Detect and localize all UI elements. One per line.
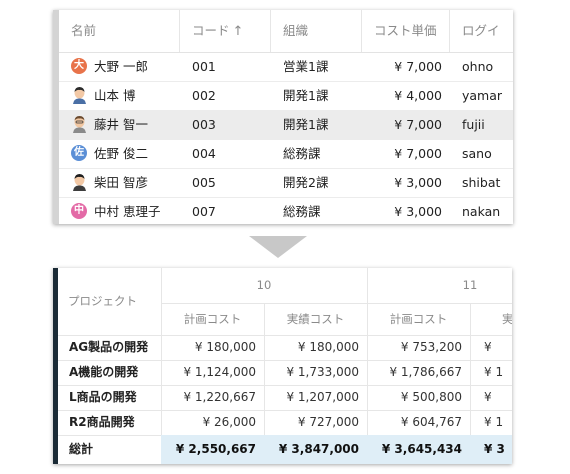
column-header-org[interactable]: 組織 — [271, 10, 362, 52]
avatar: 大 — [71, 58, 87, 74]
project-name[interactable]: R2商品開発 — [58, 410, 161, 435]
column-header-project[interactable]: プロジェクト — [58, 268, 161, 335]
table-row[interactable]: 佐 佐野 俊二 004 総務課 ¥ 7,000 sano — [59, 139, 513, 169]
column-header-cost[interactable]: コスト単価 — [362, 10, 450, 52]
cost-cell: ¥ 500,800 — [400, 390, 462, 404]
member-code: 005 — [192, 175, 216, 190]
member-cost: ¥ 3,000 — [394, 175, 442, 190]
member-org: 営業1課 — [283, 59, 329, 74]
member-cost: ¥ 3,000 — [394, 204, 442, 219]
cost-cell: ¥ 1 — [484, 415, 504, 429]
member-code: 001 — [192, 59, 216, 74]
member-login: yamar — [462, 88, 503, 103]
member-cost: ¥ 7,000 — [394, 117, 442, 132]
column-header-actual-cost[interactable]: 実績コスト — [264, 303, 367, 335]
person-photo-icon — [73, 87, 86, 104]
column-header-code[interactable]: コード ↑ — [180, 10, 271, 52]
member-login: fujii — [462, 117, 485, 132]
member-org: 総務課 — [283, 204, 321, 219]
member-cost: ¥ 4,000 — [394, 88, 442, 103]
total-cell: ¥ 3,847,000 — [264, 435, 367, 464]
member-login: nakan — [462, 204, 501, 219]
cost-cell: ¥ 1,207,000 — [286, 390, 359, 404]
member-org: 開発1課 — [283, 117, 329, 132]
table-row[interactable]: 柴田 智彦 005 開発2課 ¥ 3,000 shibat — [59, 168, 513, 198]
person-photo-icon — [73, 116, 86, 133]
column-header-planned-cost[interactable]: 計画コスト — [161, 303, 264, 335]
member-login: shibat — [462, 175, 501, 190]
table-row[interactable]: 中 中村 恵理子 007 総務課 ¥ 3,000 nakan — [59, 197, 513, 224]
total-label: 総計 — [69, 442, 94, 456]
cost-cell: ¥ 26,000 — [202, 415, 256, 429]
cost-cell: ¥ 1,124,000 — [183, 365, 256, 379]
member-name: 山本 博 — [94, 88, 136, 103]
down-arrow-icon — [249, 236, 307, 258]
table-row[interactable]: 山本 博 002 開発1課 ¥ 4,000 yamar — [59, 81, 513, 111]
member-name: 大野 一郎 — [94, 59, 148, 74]
column-header-name[interactable]: 名前 — [59, 10, 180, 52]
project-cost-panel: プロジェクト 10 11 計画コスト 実績コスト 計画コスト 実 AG製品の開発… — [53, 268, 512, 464]
member-login: ohno — [462, 59, 494, 74]
cost-cell: ¥ 604,767 — [400, 415, 462, 429]
cost-cell: ¥ 1,786,667 — [389, 365, 462, 379]
table-row[interactable]: 藤井 智一 003 開発1課 ¥ 7,000 fujii — [59, 110, 513, 140]
cost-cell: ¥ 727,000 — [297, 415, 359, 429]
member-org: 開発2課 — [283, 175, 329, 190]
total-cell: ¥ 2,550,667 — [161, 435, 264, 464]
column-header-login[interactable]: ログイ — [450, 10, 513, 52]
total-cell: ¥ 3,645,434 — [367, 435, 470, 464]
cost-cell: ¥ — [484, 340, 492, 354]
member-code: 004 — [192, 146, 216, 161]
member-name: 中村 恵理子 — [94, 204, 161, 219]
cost-cell: ¥ 180,000 — [297, 340, 359, 354]
sort-ascending-icon: ↑ — [232, 24, 244, 39]
member-name: 佐野 俊二 — [94, 146, 148, 161]
project-name[interactable]: L商品の開発 — [58, 385, 161, 410]
cost-cell: ¥ 753,200 — [400, 340, 462, 354]
member-code: 002 — [192, 88, 216, 103]
member-cost: ¥ 7,000 — [394, 59, 442, 74]
project-name[interactable]: AG製品の開発 — [58, 335, 161, 360]
cost-cell: ¥ 1,220,667 — [183, 390, 256, 404]
member-table-panel: 名前 コード ↑ 組織 コスト単価 ログイ 大 大野 一郎 001 営業1課 ¥ … — [53, 10, 513, 224]
member-login: sano — [462, 146, 492, 161]
member-org: 開発1課 — [283, 88, 329, 103]
cost-cell: ¥ — [484, 390, 492, 404]
cost-cell: ¥ 1 — [484, 365, 504, 379]
month-header-10: 10 — [256, 278, 272, 292]
member-table-header: 名前 コード ↑ 組織 コスト単価 ログイ — [59, 10, 513, 53]
member-cost: ¥ 7,000 — [394, 146, 442, 161]
member-code: 007 — [192, 204, 216, 219]
table-row[interactable]: 大 大野 一郎 001 営業1課 ¥ 7,000 ohno — [59, 52, 513, 82]
column-header-actual-cost[interactable]: 実 — [470, 303, 512, 335]
member-org: 総務課 — [283, 146, 321, 161]
column-header-planned-cost[interactable]: 計画コスト — [367, 303, 470, 335]
avatar: 中 — [71, 203, 87, 219]
total-cell: ¥ 3 — [470, 435, 512, 464]
avatar: 佐 — [71, 145, 87, 161]
cost-cell: ¥ 1,733,000 — [286, 365, 359, 379]
project-name[interactable]: A機能の開発 — [58, 360, 161, 385]
month-header-11: 11 — [462, 278, 478, 292]
member-code: 003 — [192, 117, 216, 132]
member-name: 柴田 智彦 — [94, 175, 148, 190]
person-photo-icon — [73, 174, 86, 191]
member-name: 藤井 智一 — [94, 117, 148, 132]
cost-cell: ¥ 180,000 — [194, 340, 256, 354]
